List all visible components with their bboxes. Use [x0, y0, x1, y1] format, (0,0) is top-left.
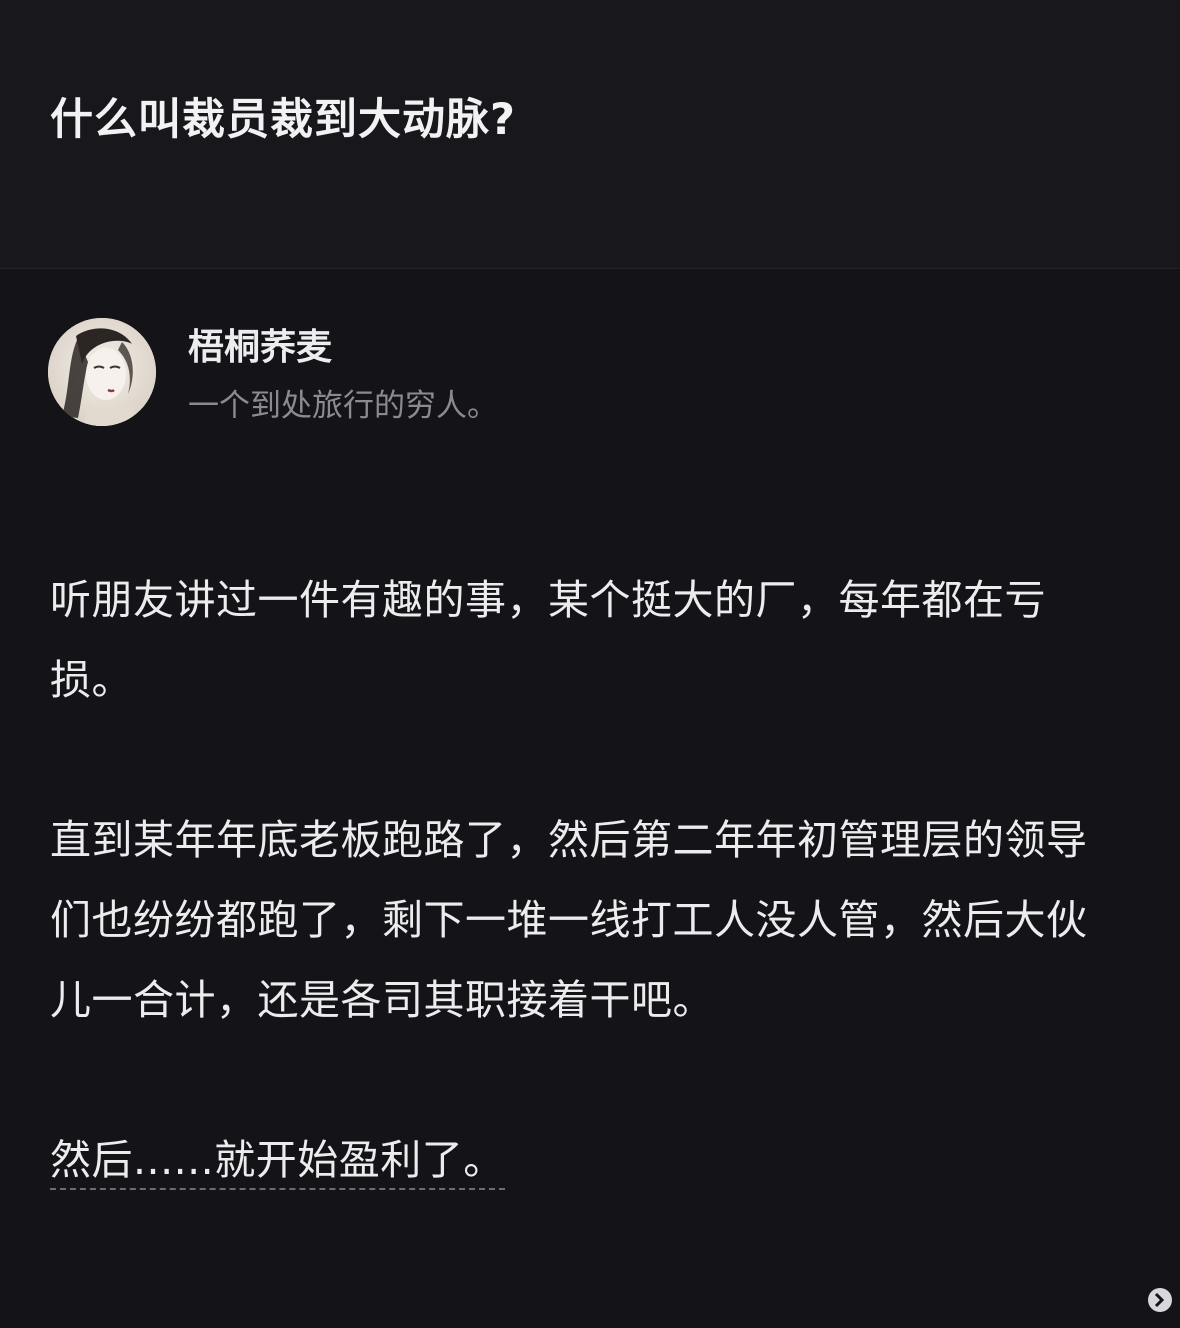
avatar[interactable] [48, 318, 156, 426]
author-bio: 一个到处旅行的穷人。 [188, 388, 498, 424]
answer-body: 听朋友讲过一件有趣的事，某个挺大的厂，每年都在亏损。 直到某年年底老板跑路了，然… [50, 560, 1125, 1200]
avatar-portrait-icon [48, 318, 156, 426]
answer-paragraph: 直到某年年底老板跑路了，然后第二年年初管理层的领导们也纷纷都跑了，剩下一堆一线打… [50, 816, 1088, 1024]
answer-paragraph: 听朋友讲过一件有趣的事，某个挺大的厂，每年都在亏损。 [50, 576, 1046, 704]
author-name[interactable]: 梧桐荞麦 [188, 324, 332, 372]
question-title[interactable]: 什么叫裁员裁到大动脉? [50, 92, 516, 148]
question-header: 什么叫裁员裁到大动脉? [0, 0, 1180, 269]
watermark-icon [1146, 1286, 1174, 1314]
answer-paragraph-highlight: 然后......就开始盈利了。 [50, 1136, 505, 1190]
answer-paragraph: 然后......就开始盈利了。 [50, 1120, 1125, 1200]
author-card: 梧桐荞麦 一个到处旅行的穷人。 [48, 318, 748, 428]
